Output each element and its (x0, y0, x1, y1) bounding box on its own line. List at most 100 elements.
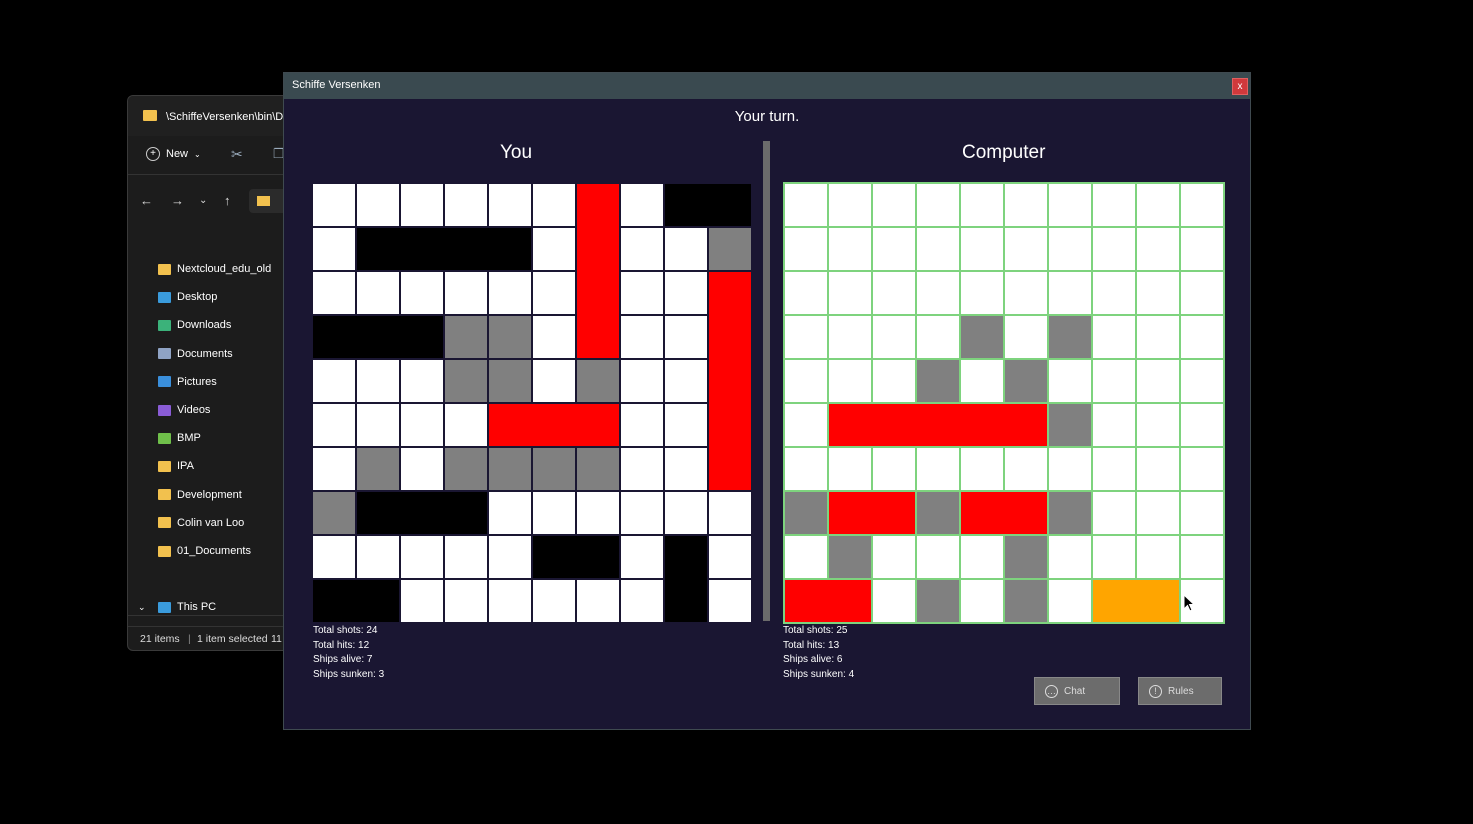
computer-cell[interactable] (873, 404, 915, 446)
sidebar-item[interactable]: Pictures (158, 372, 217, 392)
computer-cell[interactable] (829, 272, 871, 314)
computer-cell[interactable] (1049, 492, 1091, 534)
computer-cell[interactable] (873, 580, 915, 622)
computer-cell[interactable] (873, 184, 915, 226)
computer-cell[interactable] (1137, 536, 1179, 578)
computer-cell[interactable] (1093, 184, 1135, 226)
computer-cell[interactable] (1093, 448, 1135, 490)
computer-cell[interactable] (785, 580, 827, 622)
computer-cell[interactable] (1005, 580, 1047, 622)
computer-cell[interactable] (873, 316, 915, 358)
computer-cell[interactable] (1093, 228, 1135, 270)
computer-cell[interactable] (829, 492, 871, 534)
computer-cell[interactable] (1005, 536, 1047, 578)
computer-cell[interactable] (785, 228, 827, 270)
computer-cell[interactable] (1137, 228, 1179, 270)
computer-cell[interactable] (873, 360, 915, 402)
sidebar-item[interactable]: Documents (158, 344, 233, 364)
forward-arrow-icon[interactable]: → (171, 193, 184, 208)
computer-cell[interactable] (829, 404, 871, 446)
sidebar-item[interactable]: Nextcloud_edu_old (158, 259, 271, 279)
computer-cell[interactable] (1093, 580, 1135, 622)
computer-cell[interactable] (961, 360, 1003, 402)
computer-cell[interactable] (961, 228, 1003, 270)
computer-cell[interactable] (829, 228, 871, 270)
computer-cell[interactable] (873, 492, 915, 534)
sidebar-item-this-pc[interactable]: ⌄ This PC (138, 597, 216, 617)
computer-cell[interactable] (917, 228, 959, 270)
computer-cell[interactable] (1137, 360, 1179, 402)
computer-cell[interactable] (1005, 316, 1047, 358)
file-explorer-window[interactable]: \SchiffeVersenken\bin\D + New ⌄ ✂ ❐ ← → … (127, 95, 289, 651)
computer-cell[interactable] (873, 272, 915, 314)
computer-cell[interactable] (873, 228, 915, 270)
recent-chevron-icon[interactable]: ⌄ (199, 195, 207, 206)
computer-cell[interactable] (1049, 184, 1091, 226)
computer-cell[interactable] (1181, 360, 1223, 402)
computer-cell[interactable] (961, 272, 1003, 314)
computer-cell[interactable] (917, 492, 959, 534)
computer-cell[interactable] (1181, 448, 1223, 490)
computer-cell[interactable] (829, 316, 871, 358)
new-button[interactable]: + New ⌄ (146, 147, 201, 161)
computer-cell[interactable] (961, 448, 1003, 490)
computer-cell[interactable] (1049, 580, 1091, 622)
computer-cell[interactable] (1093, 360, 1135, 402)
computer-cell[interactable] (1005, 228, 1047, 270)
computer-cell[interactable] (829, 536, 871, 578)
computer-cell[interactable] (1137, 404, 1179, 446)
computer-cell[interactable] (1005, 404, 1047, 446)
cut-icon[interactable]: ✂ (231, 146, 243, 163)
computer-cell[interactable] (1049, 228, 1091, 270)
computer-cell[interactable] (785, 404, 827, 446)
computer-cell[interactable] (785, 272, 827, 314)
computer-cell[interactable] (1005, 360, 1047, 402)
computer-cell[interactable] (1049, 272, 1091, 314)
computer-cell[interactable] (1005, 272, 1047, 314)
computer-cell[interactable] (1049, 448, 1091, 490)
computer-cell[interactable] (961, 316, 1003, 358)
computer-cell[interactable] (1181, 184, 1223, 226)
computer-cell[interactable] (829, 184, 871, 226)
computer-cell[interactable] (1181, 404, 1223, 446)
computer-cell[interactable] (1093, 536, 1135, 578)
computer-cell[interactable] (1181, 272, 1223, 314)
sidebar-item[interactable]: BMP (158, 428, 201, 448)
computer-cell[interactable] (917, 536, 959, 578)
sidebar-item[interactable]: 01_Documents (158, 541, 251, 561)
computer-cell[interactable] (1049, 404, 1091, 446)
computer-cell[interactable] (829, 360, 871, 402)
computer-cell[interactable] (785, 492, 827, 534)
sidebar-item[interactable]: Desktop (158, 287, 217, 307)
computer-cell[interactable] (1005, 448, 1047, 490)
rules-button[interactable]: ! Rules (1138, 677, 1222, 705)
computer-cell[interactable] (1137, 492, 1179, 534)
computer-cell[interactable] (917, 272, 959, 314)
computer-cell[interactable] (1137, 272, 1179, 314)
computer-cell[interactable] (1181, 492, 1223, 534)
computer-cell[interactable] (1181, 316, 1223, 358)
computer-cell[interactable] (917, 580, 959, 622)
computer-cell[interactable] (829, 580, 871, 622)
computer-cell[interactable] (1093, 404, 1135, 446)
computer-cell[interactable] (1093, 492, 1135, 534)
computer-cell[interactable] (1093, 272, 1135, 314)
computer-cell[interactable] (917, 184, 959, 226)
sidebar-item[interactable]: Videos (158, 400, 210, 420)
computer-cell[interactable] (961, 184, 1003, 226)
computer-cell[interactable] (961, 492, 1003, 534)
up-arrow-icon[interactable]: ↑ (224, 193, 231, 208)
computer-cell[interactable] (961, 580, 1003, 622)
computer-cell[interactable] (829, 448, 871, 490)
computer-cell[interactable] (785, 448, 827, 490)
computer-cell[interactable] (785, 184, 827, 226)
chat-button[interactable]: … Chat (1034, 677, 1120, 705)
computer-cell[interactable] (917, 448, 959, 490)
computer-cell[interactable] (1137, 580, 1179, 622)
computer-cell[interactable] (1181, 228, 1223, 270)
computer-board[interactable] (783, 182, 1225, 624)
computer-cell[interactable] (1137, 184, 1179, 226)
close-button[interactable]: x (1232, 78, 1248, 95)
sidebar-item[interactable]: Colin van Loo (158, 513, 244, 533)
sidebar-item[interactable]: Development (158, 485, 242, 505)
